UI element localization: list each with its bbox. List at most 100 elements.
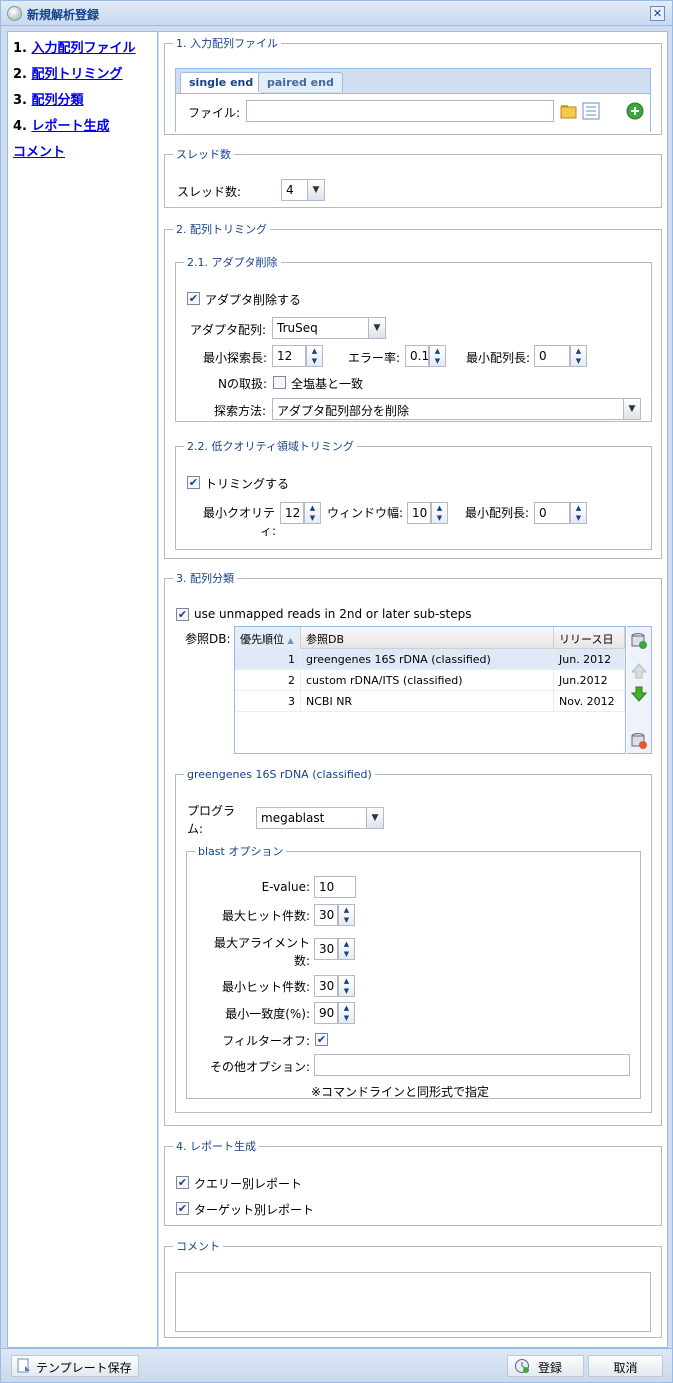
spinner-icon[interactable]: ▲ ▼ — [338, 975, 355, 997]
file-input[interactable] — [246, 100, 554, 122]
nav-link-trimming[interactable]: 配列トリミング — [32, 67, 123, 82]
error-rate-label: エラー率: — [348, 351, 401, 365]
threads-value: 4 — [286, 183, 294, 197]
cancel-button[interactable]: 取消 — [588, 1355, 663, 1377]
program-label: プログラ — [187, 804, 236, 818]
min-identity-field[interactable]: 90 ▲ ▼ — [314, 1002, 355, 1024]
column-label: 優先順位 — [240, 633, 284, 646]
target-report-label: ターゲット別レポート — [194, 1203, 315, 1217]
column-header-priority[interactable]: 優先順位 ▲ — [235, 627, 301, 649]
other-options-note: ※コマンドラインと同形式で指定 — [311, 1085, 490, 1099]
input-file-section: 1. 入力配列ファイル single end paired end ファイル: — [164, 35, 662, 135]
section-legend: スレッド数 — [176, 148, 231, 161]
chevron-down-icon[interactable]: ▼ — [366, 807, 384, 829]
tab-single-end[interactable]: single end — [180, 72, 263, 93]
grid-header: 優先順位 ▲ 参照DB リリース日 — [235, 627, 625, 649]
report-section: 4. レポート生成 ✔ クエリー別レポート ✔ ターゲット別レポート — [164, 1138, 662, 1226]
program-select[interactable]: megablast ▼ — [256, 807, 384, 829]
spinner-icon[interactable]: ▲ ▼ — [431, 502, 448, 524]
error-rate-field[interactable]: 0.1 ▲ ▼ — [405, 345, 446, 367]
column-header-date[interactable]: リリース日 — [554, 627, 625, 649]
tab-paired-end[interactable]: paired end — [258, 72, 343, 92]
column-header-db[interactable]: 参照DB — [301, 627, 554, 649]
min-hits-field[interactable]: 30 ▲ ▼ — [314, 975, 355, 997]
footer-toolbar: テンプレート保存 登録 取消 — [1, 1348, 672, 1382]
grid-side-toolbar — [627, 626, 652, 754]
filter-off-checkbox[interactable]: ✔ — [315, 1033, 328, 1046]
quality-min-len-value: 0 — [539, 506, 547, 520]
refdb-label: 参照DB: — [185, 632, 231, 646]
nav-item-trimming[interactable]: 2. 配列トリミング — [13, 63, 123, 82]
spinner-icon[interactable]: ▲ ▼ — [338, 904, 355, 926]
db-remove-icon[interactable] — [630, 732, 648, 750]
cell-date: Nov. 2012 — [554, 691, 625, 712]
template-save-label: テンプレート保存 — [36, 1361, 132, 1375]
title-bar[interactable]: 新規解析登録 ✕ — [1, 1, 672, 26]
chevron-down-icon[interactable]: ▼ — [368, 317, 386, 339]
evalue-input[interactable]: 10 — [314, 876, 356, 898]
spinner-icon[interactable]: ▲ ▼ — [338, 938, 355, 960]
target-report-checkbox[interactable]: ✔ — [176, 1202, 189, 1215]
adapter-enable-checkbox[interactable]: ✔ — [187, 292, 200, 305]
table-row[interactable]: 2 custom rDNA/ITS (classified) Jun.2012 — [235, 670, 625, 691]
quality-enable-checkbox[interactable]: ✔ — [187, 476, 200, 489]
arrow-down-icon[interactable] — [630, 685, 648, 703]
spinner-icon[interactable]: ▲ ▼ — [570, 502, 587, 524]
adapter-seq-value: TruSeq — [277, 321, 318, 335]
cell-date: Jun. 2012 — [554, 649, 625, 670]
window-width-label: ウィンドウ幅: — [327, 506, 404, 520]
max-align-field[interactable]: 30 ▲ ▼ — [314, 938, 355, 960]
nav-item-input[interactable]: 1. 入力配列ファイル — [13, 37, 136, 56]
quality-enable-label: トリミングする — [205, 477, 290, 491]
query-report-label: クエリー別レポート — [194, 1177, 303, 1191]
max-hits-field[interactable]: 30 ▲ ▼ — [314, 904, 355, 926]
register-button[interactable]: 登録 — [507, 1355, 584, 1377]
n-option-label: 全塩基と一致 — [291, 377, 364, 391]
nav-link-input[interactable]: 入力配列ファイル — [32, 41, 136, 56]
table-row[interactable]: 1 greengenes 16S rDNA (classified) Jun. … — [235, 649, 625, 670]
close-button[interactable]: ✕ — [650, 6, 665, 21]
db-add-icon[interactable] — [630, 632, 648, 650]
quality-min-len-field[interactable]: 0 ▲ ▼ — [534, 502, 587, 524]
nav-item-comment[interactable]: コメント — [13, 141, 65, 160]
spinner-icon[interactable]: ▲ ▼ — [570, 345, 587, 367]
arrow-up-icon[interactable] — [630, 662, 648, 680]
window-width-field[interactable]: 10 ▲ ▼ — [407, 502, 448, 524]
n-option-checkbox[interactable] — [273, 376, 286, 389]
nav-link-report[interactable]: レポート生成 — [32, 119, 110, 134]
max-hits-label: 最大ヒット件数: — [221, 909, 310, 923]
refdb-grid: 優先順位 ▲ 参照DB リリース日 1 greengenes 16S rDNA … — [234, 626, 626, 754]
spinner-icon[interactable]: ▲ ▼ — [304, 502, 321, 524]
adapter-min-len-field[interactable]: 0 ▲ ▼ — [534, 345, 587, 367]
spinner-icon[interactable]: ▲ ▼ — [429, 345, 446, 367]
nav-link-comment[interactable]: コメント — [13, 145, 65, 160]
cell-db: NCBI NR — [301, 691, 554, 712]
filter-off-label: フィルターオフ: — [222, 1034, 310, 1048]
spinner-icon[interactable]: ▲ ▼ — [338, 1002, 355, 1024]
table-row[interactable]: 3 NCBI NR Nov. 2012 — [235, 691, 625, 712]
chevron-down-icon[interactable]: ▼ — [307, 179, 325, 201]
chevron-down-icon[interactable]: ▼ — [623, 398, 641, 420]
query-report-checkbox[interactable]: ✔ — [176, 1176, 189, 1189]
min-search-field[interactable]: 12 ▲ ▼ — [272, 345, 323, 367]
folder-icon[interactable] — [560, 102, 578, 120]
list-icon[interactable] — [582, 102, 600, 120]
add-icon[interactable] — [626, 102, 644, 120]
nav-link-classification[interactable]: 配列分類 — [32, 93, 84, 108]
template-save-button[interactable]: テンプレート保存 — [11, 1355, 139, 1377]
other-options-input[interactable] — [314, 1054, 630, 1076]
adapter-seq-select[interactable]: TruSeq ▼ — [272, 317, 386, 339]
min-quality-field[interactable]: 12 ▲ ▼ — [280, 502, 321, 524]
section-legend: blast オプション — [198, 845, 284, 858]
search-method-select[interactable]: アダプタ配列部分を削除 ▼ — [272, 398, 641, 420]
nav-item-classification[interactable]: 3. 配列分類 — [13, 89, 84, 108]
program-label-2: ム: — [187, 822, 204, 836]
search-method-value: アダプタ配列部分を削除 — [277, 404, 410, 418]
unmapped-checkbox[interactable]: ✔ — [176, 608, 189, 621]
threads-select[interactable]: 4 ▼ — [281, 179, 325, 201]
section-legend: 1. 入力配列ファイル — [176, 37, 278, 50]
min-quality-label-2: ィ: — [260, 524, 277, 538]
spinner-icon[interactable]: ▲ ▼ — [306, 345, 323, 367]
comment-textarea[interactable] — [175, 1272, 651, 1332]
nav-item-report[interactable]: 4. レポート生成 — [13, 115, 110, 134]
